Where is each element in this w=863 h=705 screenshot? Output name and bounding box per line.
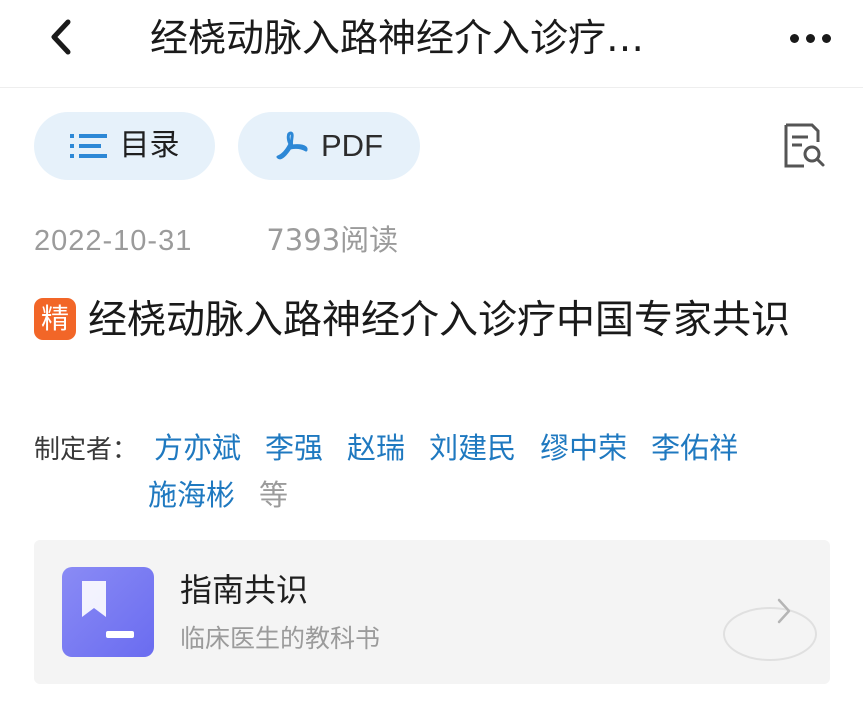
watermark-logo-icon <box>723 607 817 661</box>
toc-button[interactable]: 目录 <box>34 112 215 180</box>
pdf-label: PDF <box>321 128 383 163</box>
author-link[interactable]: 缪中荣 <box>540 431 627 465</box>
read-count: 7393阅读 <box>266 223 399 257</box>
list-icon <box>69 134 107 158</box>
document-search-button[interactable] <box>776 118 830 174</box>
author-link[interactable]: 赵瑞 <box>347 431 405 465</box>
bookmark-shape <box>82 581 106 617</box>
chevron-left-icon <box>51 19 71 55</box>
more-dot <box>805 33 815 43</box>
author-link[interactable]: 刘建民 <box>429 431 516 465</box>
article-title-block: 精经桡动脉入路神经介入诊疗中国专家共识 <box>34 294 834 348</box>
author-link[interactable]: 方亦斌 <box>154 431 241 465</box>
top-nav-bar: 经桡动脉入路神经介入诊疗… <box>0 0 863 88</box>
author-link[interactable]: 施海彬 <box>148 478 235 512</box>
card-subtitle: 临床医生的教科书 <box>180 624 381 653</box>
back-button[interactable] <box>38 14 84 60</box>
authors-label: 制定者： <box>34 435 139 465</box>
more-horizontal-icon <box>789 33 799 43</box>
publish-date: 2022-10-31 <box>34 225 193 257</box>
document-search-icon <box>784 123 825 168</box>
author-link[interactable]: 李强 <box>265 431 323 465</box>
acrobat-icon <box>276 131 308 160</box>
toc-label: 目录 <box>119 128 180 163</box>
authors-etc: 等 <box>259 478 289 512</box>
bookmark-icon <box>62 567 154 657</box>
article-title: 经桡动脉入路神经介入诊疗中国专家共识 <box>88 298 791 343</box>
more-dot <box>821 33 831 43</box>
author-link[interactable]: 李佑祥 <box>651 431 738 465</box>
card-title: 指南共识 <box>180 571 309 609</box>
article-meta: 2022-10-31 7393阅读 <box>34 220 398 260</box>
guide-category-card[interactable]: 指南共识 临床医生的教科书 <box>34 540 830 684</box>
featured-badge: 精 <box>34 298 76 340</box>
more-options-button[interactable] <box>782 18 838 58</box>
authors-line: 制定者： 方亦斌 李强 赵瑞 刘建民 缪中荣 李佑祥施海彬等 <box>34 426 834 518</box>
icon-bar <box>106 631 134 638</box>
pdf-button[interactable]: PDF <box>238 112 420 180</box>
nav-title: 经桡动脉入路神经介入诊疗… <box>150 16 645 60</box>
